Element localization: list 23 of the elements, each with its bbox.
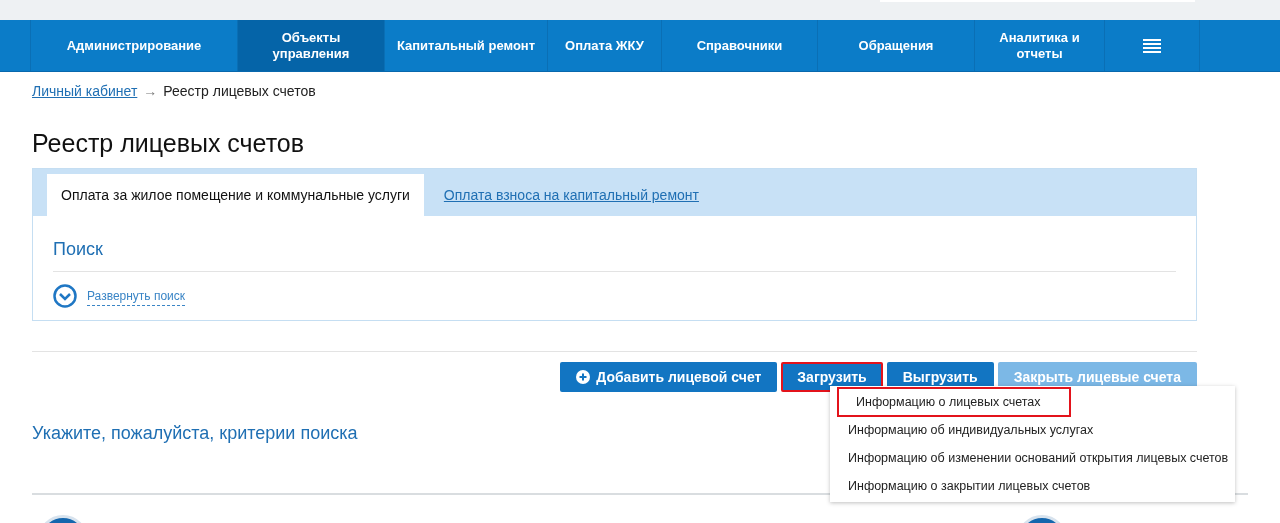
chevron-down-circle-icon[interactable] [53,284,77,308]
menu-icon[interactable] [1143,38,1161,53]
nav-item[interactable]: Капитальный ремонт [385,20,548,71]
action-button[interactable]: Загрузить [781,362,883,392]
search-heading: Поиск [53,216,1176,272]
tab[interactable]: Оплата взноса на капитальный ремонт [429,174,713,216]
dropdown-item[interactable]: Информацию о закрытии лицевых счетов [830,472,1235,500]
dropdown-item[interactable]: Информацию об изменении оснований открытия лицевых счетов [830,444,1235,472]
breadcrumb-current: Реестр лицевых счетов [163,82,316,101]
search-prompt: Укажите, пожалуйста, критерии поиска [32,422,358,445]
breadcrumb-separator: → [143,82,158,101]
tab[interactable]: Оплата за жилое помещение и коммунальные услуги [47,174,424,216]
nav-item[interactable]: Справочники [662,20,818,71]
add-button[interactable]: Добавить лицевой счет [560,362,778,392]
dropdown-item[interactable]: Информацию об индивидуальных услугах [830,416,1235,444]
page-title: Реестр лицевых счетов [31,128,306,158]
expand-search-link[interactable]: Развернуть поиск [87,286,186,306]
breadcrumb-link[interactable]: Личный кабинет [32,81,138,102]
plus-circle-icon [576,370,591,384]
nav-item[interactable]: Оплата ЖКУ [548,20,662,71]
nav-item[interactable]: Объекты управления [238,20,385,71]
nav-item[interactable]: Аналитика и отчеты [975,20,1105,71]
nav-item[interactable]: Обращения [818,20,975,71]
